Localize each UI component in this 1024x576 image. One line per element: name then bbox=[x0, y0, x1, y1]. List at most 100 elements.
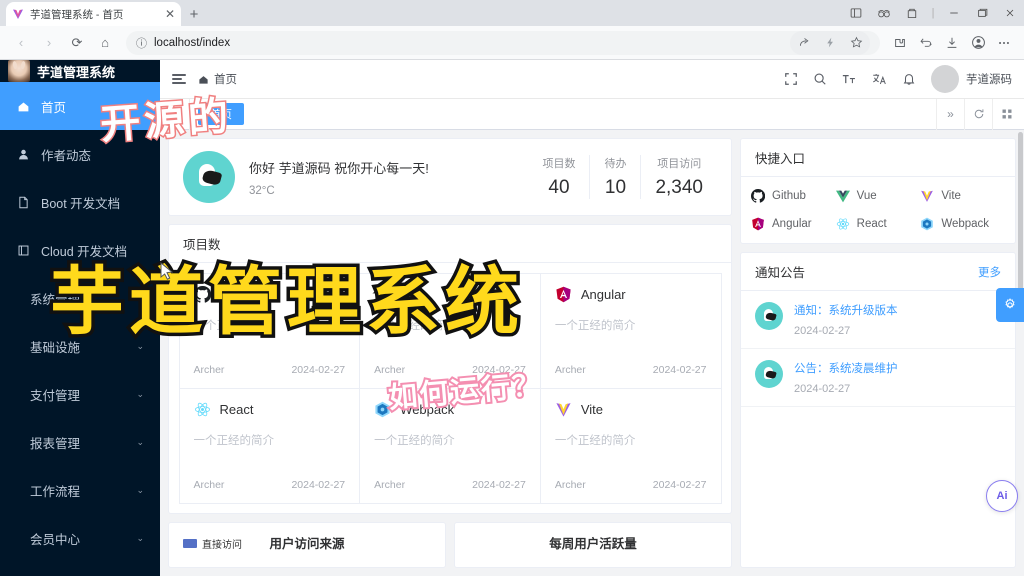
webpack-icon bbox=[375, 401, 390, 417]
profile-icon[interactable] bbox=[966, 31, 990, 55]
search-icon[interactable] bbox=[813, 72, 827, 86]
sidebar-logo[interactable]: 芋道管理系统 bbox=[0, 60, 160, 82]
document-icon bbox=[16, 196, 31, 209]
sidebar-item-workflow[interactable]: 工作流程 ⌄ bbox=[0, 466, 160, 514]
project-card-vite[interactable]: Vite 一个正经的简介 Archer 2024-02-27 bbox=[539, 387, 722, 504]
sidebar-item-label: 支付管理 bbox=[30, 388, 81, 403]
sidebar-item-home[interactable]: 首页 bbox=[0, 82, 160, 130]
address-bar[interactable]: ⓘ localhost/index bbox=[126, 30, 880, 55]
notice-item[interactable]: 公告：系统凌晨维护 2024-02-27 bbox=[741, 349, 1015, 407]
collapse-menu-icon[interactable] bbox=[172, 73, 186, 85]
forward-button[interactable]: › bbox=[36, 30, 62, 56]
refresh-icon[interactable] bbox=[964, 98, 992, 130]
home-button[interactable]: ⌂ bbox=[92, 30, 118, 56]
sidebar-item-cloud-doc[interactable]: Cloud 开发文档 bbox=[0, 226, 160, 274]
browser-tab[interactable]: 芋道管理系统 - 首页 ✕ bbox=[6, 2, 181, 26]
project-date: 2024-02-27 bbox=[652, 363, 707, 376]
stat-value: 2,340 bbox=[655, 177, 703, 198]
shortcut-vue[interactable]: Vue bbox=[835, 189, 921, 203]
sidebar-item-payment-management[interactable]: 支付管理 ⌄ bbox=[0, 370, 160, 418]
book-icon bbox=[16, 244, 31, 257]
project-date: 2024-02-27 bbox=[291, 478, 346, 491]
back-button[interactable]: ‹ bbox=[8, 30, 34, 56]
site-info-icon[interactable]: ⓘ bbox=[136, 35, 147, 51]
shortcut-react[interactable]: React bbox=[836, 217, 921, 231]
sidebar-item-label: Cloud 开发文档 bbox=[41, 244, 128, 259]
legend-label: 直接访问 bbox=[202, 540, 242, 551]
chart-title: 每周用户活跃量 bbox=[549, 537, 637, 551]
sidebar-item-system-management[interactable]: 系统管理 ⌄ bbox=[0, 274, 160, 322]
notices-card: 通知公告 更多 通知：系统升级版本 2024-02-27 公告：系统凌晨维护 2… bbox=[740, 252, 1016, 568]
page-scrollbar[interactable] bbox=[1018, 132, 1023, 302]
shortcut-label: Webpack bbox=[941, 218, 990, 230]
share-icon[interactable] bbox=[792, 31, 816, 55]
tag-item-home[interactable]: 首页 bbox=[198, 103, 244, 125]
chart-legend[interactable]: 直接访问 bbox=[183, 536, 242, 551]
shortcut-label: Angular bbox=[772, 218, 812, 230]
breadcrumb: 首页 bbox=[198, 71, 237, 87]
stat-value: 40 bbox=[548, 177, 570, 198]
notice-item[interactable]: 通知：系统升级版本 2024-02-27 bbox=[741, 291, 1015, 349]
more-icon[interactable] bbox=[992, 31, 1016, 55]
shortcut-angular[interactable]: Angular bbox=[751, 217, 836, 231]
notices-more-link[interactable]: 更多 bbox=[978, 264, 1001, 280]
tab-close-icon[interactable]: ✕ bbox=[165, 8, 175, 20]
grid-icon[interactable] bbox=[992, 98, 1020, 130]
maximize-icon[interactable] bbox=[968, 0, 996, 26]
sidebar-item-boot-doc[interactable]: Boot 开发文档 bbox=[0, 178, 160, 226]
notice-body: 通知：系统升级版本 2024-02-27 bbox=[794, 302, 898, 337]
project-footer: Archer 2024-02-27 bbox=[555, 350, 707, 376]
font-size-icon[interactable] bbox=[842, 72, 857, 86]
glasses-icon[interactable] bbox=[870, 0, 898, 26]
chevron-down-icon: ⌄ bbox=[136, 292, 144, 303]
tags-scroll-left-button[interactable]: « bbox=[164, 98, 190, 130]
sidebar-item-member-center[interactable]: 会员中心 ⌄ bbox=[0, 514, 160, 562]
shortcuts-title: 快捷入口 bbox=[755, 152, 806, 166]
project-card-vue[interactable]: Vue 一个正经的简介 Archer 2024-02-27 bbox=[359, 272, 541, 389]
user-menu[interactable]: 芋道源码 bbox=[931, 65, 1012, 93]
flash-icon[interactable] bbox=[818, 31, 842, 55]
projects-card: 项目数 Github 一个正经的简介 Archer 2024-02-27 Vue… bbox=[168, 224, 732, 514]
charts-row: 直接访问 用户访问来源 每周用户活跃量 bbox=[168, 522, 732, 568]
downloads-icon[interactable] bbox=[940, 31, 964, 55]
close-icon[interactable] bbox=[996, 0, 1024, 26]
github-icon bbox=[193, 285, 211, 303]
shortcut-vite[interactable]: Vite bbox=[920, 189, 1005, 203]
tags-scroll-right-button[interactable]: » bbox=[936, 98, 964, 130]
shortcut-label: React bbox=[856, 218, 887, 230]
bell-icon[interactable] bbox=[902, 72, 916, 86]
project-card-webpack[interactable]: Webpack 一个正经的简介 Archer 2024-02-27 bbox=[359, 387, 541, 504]
project-footer: Archer 2024-02-27 bbox=[194, 465, 346, 491]
translate-icon[interactable] bbox=[872, 72, 887, 86]
sidebar-item-report-management[interactable]: 报表管理 ⌄ bbox=[0, 418, 160, 466]
project-card-react[interactable]: React 一个正经的简介 Archer 2024-02-27 bbox=[178, 387, 361, 504]
star-icon[interactable] bbox=[844, 31, 868, 55]
ai-assistant-button[interactable]: Ai bbox=[986, 480, 1018, 512]
project-author: Archer bbox=[193, 363, 225, 376]
project-card-github[interactable]: Github 一个正经的简介 Archer 2024-02-27 bbox=[178, 272, 361, 389]
extensions-icon[interactable] bbox=[888, 31, 912, 55]
breadcrumb-label: 首页 bbox=[214, 74, 237, 86]
welcome-banner: 你好 芋道源码 祝你开心每一天! 32°C 项目数 40 待办 10 项目访问 … bbox=[168, 138, 732, 216]
sidebar: 芋道管理系统 首页 作者动态 Boot 开发文档 Cloud 开发文档 系统管理… bbox=[0, 60, 160, 576]
sidebar-menu: 首页 作者动态 Boot 开发文档 Cloud 开发文档 系统管理 ⌄ 基础设施… bbox=[0, 82, 160, 576]
history-icon[interactable] bbox=[914, 31, 938, 55]
project-card-angular[interactable]: Angular 一个正经的简介 Archer 2024-02-27 bbox=[539, 272, 722, 389]
sidebar-item-author-news[interactable]: 作者动态 bbox=[0, 130, 160, 178]
split-screen-icon[interactable] bbox=[842, 0, 870, 26]
reload-button[interactable]: ⟳ bbox=[64, 30, 90, 56]
address-bar-url: localhost/index bbox=[154, 36, 231, 49]
project-header: Webpack bbox=[374, 401, 526, 418]
notices-title: 通知公告 bbox=[755, 266, 806, 280]
sidebar-item-infrastructure[interactable]: 基础设施 ⌄ bbox=[0, 322, 160, 370]
shortcut-github[interactable]: Github bbox=[751, 189, 836, 203]
project-name: React bbox=[219, 401, 254, 417]
settings-fab-button[interactable] bbox=[996, 288, 1024, 322]
shortcut-webpack[interactable]: Webpack bbox=[920, 217, 1005, 231]
sidebar-item-mall-system[interactable]: 商城系统 ⌄ bbox=[0, 562, 160, 576]
new-tab-button[interactable]: + bbox=[181, 2, 207, 26]
fullscreen-icon[interactable] bbox=[784, 72, 798, 86]
collections-icon[interactable] bbox=[898, 0, 926, 26]
minimize-icon[interactable] bbox=[940, 0, 968, 26]
stat-value: 10 bbox=[604, 177, 627, 198]
